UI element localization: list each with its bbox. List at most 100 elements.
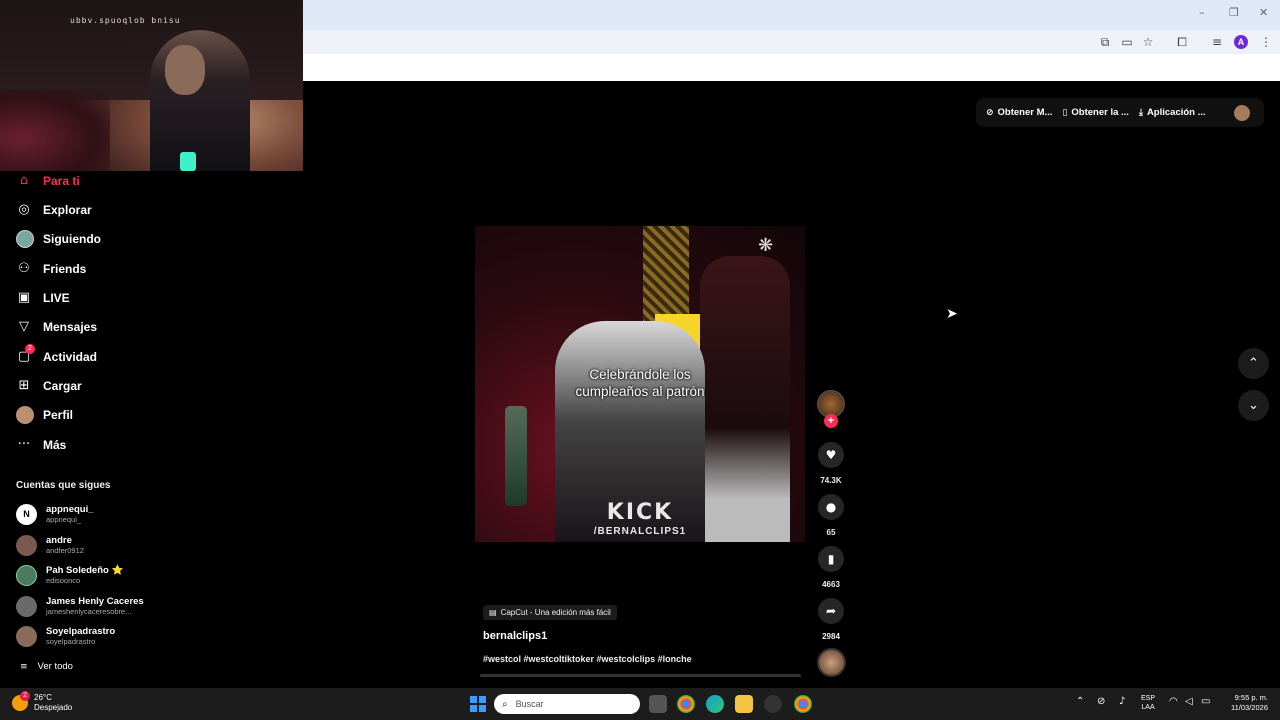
see-all-link[interactable]: ≡ Ver todo [20,661,73,672]
following-account[interactable]: Soyelpadrastro soyelpadrastro [16,623,115,649]
send-icon: ▽ [19,319,29,334]
following-account[interactable]: andre andfer0912 [16,532,84,558]
avatar [16,595,37,617]
save-button[interactable]: ▮ [818,546,844,572]
sidebar-item-explore[interactable]: ◎ Explorar [16,199,92,221]
translate-icon[interactable]: ⧉ [1097,34,1113,50]
share-button[interactable]: ➦ [818,598,844,624]
next-video-button[interactable]: ⌄ [1238,390,1269,421]
webcam-overlay-text: ubbv.spuoqlob bnisu [70,16,181,25]
extensions-icon[interactable]: ⧠ [1174,34,1190,50]
list-icon: ≡ [20,661,28,672]
task-view-icon[interactable] [649,695,667,713]
like-button[interactable]: ♥ [818,442,844,468]
sidebar-item-activity[interactable]: ▢ 2 Actividad [16,344,98,368]
sidebar-item-label: Explorar [43,203,92,217]
sidebar-item-live[interactable]: ▣ LIVE [16,287,70,309]
get-coins-button[interactable]: ⊘ Obtener M... [986,107,1052,118]
file-explorer-icon[interactable] [735,695,753,713]
bookmark-star-icon[interactable]: ☆ [1140,34,1156,50]
media-controls-icon[interactable]: ≡ [1209,34,1225,50]
bookmark-icon: ▮ [827,552,835,566]
sidebar-item-label: Siguiendo [43,232,101,246]
chevron-down-icon: ⌄ [1248,398,1259,413]
tray-overflow-icon[interactable]: ⌃ [1076,696,1084,707]
user-avatar[interactable] [1234,105,1250,121]
see-all-label: Ver todo [37,661,73,672]
sidebar-item-following[interactable]: Siguiendo [16,228,101,250]
share-icon: ➦ [825,604,837,618]
following-account[interactable]: N appnequi_ appnequi_ [16,501,94,527]
download-icon: ⤓ [1138,107,1143,118]
video-caption: Celebrándole los cumpleaños al patrón [575,367,705,399]
app-icon[interactable] [764,695,782,713]
capcut-icon: ▤ [489,608,497,617]
edge-icon[interactable] [706,695,724,713]
video-hashtags[interactable]: #westcol #westcoltiktoker #westcolclips … [483,654,692,664]
avatar [16,625,37,647]
sidebar-item-label: Friends [43,262,87,276]
sidebar-item-profile[interactable]: Perfil [16,404,73,426]
account-handle: edisoonco [46,576,81,585]
sidebar-item-more[interactable]: ··· Más [16,434,67,456]
sidebar-item-label: Para ti [43,174,80,188]
taskbar-search[interactable]: ⌕ Buscar [494,694,640,714]
battery-icon[interactable]: ▭ [1201,696,1210,707]
share-count: 2984 [822,632,840,641]
browser-menu-icon[interactable]: ⋮ [1258,34,1274,50]
previous-video-button[interactable]: ⌃ [1238,348,1269,379]
sidebar-item-friends[interactable]: ⚇ Friends [16,258,86,280]
webcam-overlay: ubbv.spuoqlob bnisu [0,0,303,171]
language-code: ESP [1141,695,1156,702]
following-account[interactable]: James Henly Caceres jameshenlycaceresobr… [16,593,144,619]
sidebar-item-label: Más [43,438,67,452]
more-icon: ··· [17,437,31,452]
restore-button[interactable]: ❐ [1229,6,1239,19]
sidebar-item-label: LIVE [43,291,70,305]
coin-icon: ⊘ [986,107,994,118]
sidebar-item-for-you[interactable]: ⌂ Para ti [16,170,80,192]
activity-icon: ▢ 2 [16,344,35,365]
profile-avatar-icon [16,406,34,424]
sidebar-item-label: Actividad [43,350,98,364]
sidebar-item-upload[interactable]: ⊞ Cargar [16,375,82,397]
video-author[interactable]: bernalclips1 [483,630,547,642]
video-progress-bar[interactable] [480,674,801,677]
pc-app-button[interactable]: ⤓ Aplicación ... [1139,107,1206,118]
sidebar-item-messages[interactable]: ▽ Mensajes [16,316,97,338]
temperature: 26°C [34,693,52,702]
weather-widget[interactable]: 2 26°C Despejado [12,691,73,713]
following-account[interactable]: Pah Soledeño ⭐ edisoonco [16,562,123,588]
chrome-icon[interactable] [677,695,695,713]
music-disc[interactable] [817,648,846,677]
start-button[interactable] [470,696,486,712]
comment-button[interactable]: ● [818,494,844,520]
network-off-icon[interactable]: ⊘ [1097,696,1105,707]
follow-button[interactable]: + [824,414,838,428]
profile-avatar-button[interactable]: A [1234,35,1248,49]
volume-icon[interactable]: ◁ [1185,696,1193,707]
install-app-icon[interactable]: ▭ [1119,34,1135,50]
account-name: andre [46,535,72,546]
video-logo-icon: ❋ [758,235,774,256]
compass-icon: ◎ [18,202,30,217]
capcut-tag[interactable]: ▤ CapCut - Una edición más fácil [483,605,617,620]
microphone-icon[interactable]: ♪ [1119,696,1125,707]
sidebar-item-label: Cargar [43,379,82,393]
get-app-button[interactable]: ▯ Obtener la ... [1062,107,1129,118]
following-avatar-icon [16,230,34,248]
chrome-profile-icon[interactable] [794,695,812,713]
system-clock[interactable]: 9:55 p. m. 11/03/2026 [1222,693,1268,713]
chevron-up-icon: ⌃ [1248,356,1259,371]
weather-status: Despejado [34,703,73,712]
language-indicator[interactable]: ESP LAA [1141,694,1155,712]
minimize-button[interactable]: – [1199,6,1205,19]
friends-icon: ⚇ [18,261,30,276]
comment-icon: ● [825,500,837,514]
home-icon: ⌂ [19,173,29,188]
avatar [16,534,37,556]
account-name: James Henly Caceres [46,596,144,607]
video-player[interactable]: ❋ Celebrándole los cumpleaños al patrón … [475,226,805,542]
wifi-icon[interactable]: ◠ [1169,696,1178,707]
close-window-button[interactable]: ✕ [1259,6,1268,19]
